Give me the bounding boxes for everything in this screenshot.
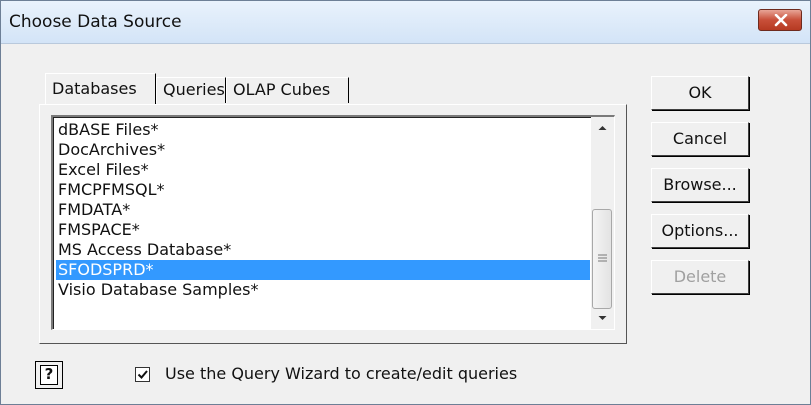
tab-label: Databases — [52, 79, 137, 98]
options-button[interactable]: Options... — [651, 214, 749, 248]
browse-button[interactable]: Browse... — [651, 168, 749, 202]
list-item[interactable]: FMSPACE* — [56, 220, 590, 240]
tab-queries[interactable]: Queries — [156, 77, 226, 103]
list-item[interactable]: Excel Files* — [56, 160, 590, 180]
list-item[interactable]: dBASE Files* — [56, 120, 590, 140]
chevron-up-icon — [598, 126, 607, 130]
title-bar[interactable]: Choose Data Source — [1, 1, 810, 44]
data-source-list[interactable]: dBASE Files* DocArchives* Excel Files* FMCP… — [51, 115, 615, 330]
query-wizard-checkbox[interactable] — [135, 367, 150, 382]
dialog-body: Databases Queries OLAP Cubes dBASE Files… — [1, 44, 810, 404]
help-button[interactable]: ? — [35, 361, 63, 389]
vertical-scrollbar[interactable] — [591, 117, 614, 329]
scroll-up-button[interactable] — [591, 117, 614, 139]
close-button[interactable] — [758, 9, 802, 31]
cancel-button[interactable]: Cancel — [651, 122, 749, 156]
list-item[interactable]: DocArchives* — [56, 140, 590, 160]
dialog-window: Choose Data Source Databases Queries OLA… — [0, 0, 811, 405]
close-icon — [774, 14, 788, 27]
tab-databases[interactable]: Databases — [45, 73, 156, 104]
delete-button[interactable]: Delete — [651, 260, 749, 294]
window-title: Choose Data Source — [9, 12, 182, 32]
list-item[interactable]: MS Access Database* — [56, 240, 590, 260]
help-icon: ? — [40, 365, 58, 385]
scroll-thumb[interactable] — [592, 209, 612, 309]
tab-label: OLAP Cubes — [233, 80, 331, 99]
grip-icon — [598, 254, 607, 262]
list-item[interactable]: Visio Database Samples* — [56, 280, 590, 300]
list-items: dBASE Files* DocArchives* Excel Files* FMCP… — [56, 120, 590, 300]
ok-button[interactable]: OK — [651, 76, 749, 110]
list-item[interactable]: SFODSPRD* — [56, 260, 590, 280]
list-item[interactable]: FMCPFMSQL* — [56, 180, 590, 200]
tab-label: Queries — [163, 80, 225, 99]
list-item[interactable]: FMDATA* — [56, 200, 590, 220]
chevron-down-icon — [598, 316, 607, 320]
tab-olap-cubes[interactable]: OLAP Cubes — [226, 77, 349, 103]
check-icon — [137, 370, 148, 379]
scroll-down-button[interactable] — [591, 307, 614, 329]
query-wizard-label[interactable]: Use the Query Wizard to create/edit quer… — [165, 364, 517, 383]
